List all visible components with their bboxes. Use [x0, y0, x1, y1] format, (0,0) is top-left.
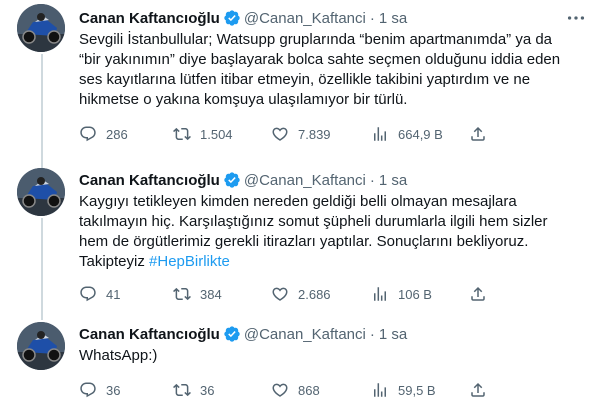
views-chart-icon: [374, 383, 386, 397]
reply-icon: [80, 382, 96, 398]
tweet-text-line: Takipteyiz #HepBirlikte: [79, 252, 587, 272]
like-button[interactable]: 2.686: [271, 284, 371, 304]
display-name[interactable]: Canan Kaftancıoğlu: [79, 172, 220, 189]
motorcycle-avatar-image: [17, 168, 65, 216]
views-button[interactable]: 664,9 B: [371, 124, 469, 144]
tweet-header: Canan Kaftancıoğlu @Canan_Kaftanci · 1 s…: [79, 324, 587, 344]
like-count: 2.686: [298, 286, 331, 302]
timestamp[interactable]: 1 sa: [379, 172, 407, 189]
retweet-button[interactable]: 384: [173, 284, 271, 304]
share-button[interactable]: [469, 124, 499, 144]
tweet-text-line: WhatsApp:): [79, 347, 158, 364]
more-options-icon[interactable]: [565, 7, 587, 29]
like-count: 7.839: [298, 126, 331, 142]
timestamp[interactable]: 1 sa: [379, 10, 407, 27]
retweet-count: 1.504: [200, 126, 233, 142]
tweet-text-fragment: Takipteyiz: [79, 253, 150, 270]
share-button[interactable]: [469, 284, 499, 304]
tweet[interactable]: Canan Kaftancıoğlu @Canan_Kaftanci · 1 s…: [0, 164, 599, 314]
handle[interactable]: @Canan_Kaftanci: [244, 10, 366, 27]
tweet-text: Sevgili İstanbullular; Watsupp grupların…: [79, 30, 587, 110]
like-count: 868: [298, 382, 320, 398]
display-name[interactable]: Canan Kaftancıoğlu: [79, 10, 220, 27]
views-chart-icon: [374, 127, 386, 141]
display-name[interactable]: Canan Kaftancıoğlu: [79, 326, 220, 343]
tweet-thread: Canan Kaftancıoğlu @Canan_Kaftanci · 1 s…: [0, 0, 599, 414]
retweet-icon: [173, 383, 191, 397]
reply-icon: [80, 126, 96, 142]
tweet-header: Canan Kaftancıoğlu @Canan_Kaftanci · 1 s…: [79, 8, 587, 28]
retweet-button[interactable]: 1.504: [173, 124, 271, 144]
avatar[interactable]: [17, 4, 65, 52]
retweet-icon: [173, 127, 191, 141]
heart-icon: [272, 383, 288, 397]
share-button[interactable]: [469, 380, 499, 400]
view-count: 59,5 B: [398, 382, 436, 398]
tweet-text-line: Kaygıyı tetikleyen kimden nereden geldiğ…: [79, 193, 517, 210]
retweet-button[interactable]: 36: [173, 380, 271, 400]
separator-dot: ·: [369, 325, 375, 343]
motorcycle-avatar-image: [17, 322, 65, 370]
retweet-icon: [173, 287, 191, 301]
view-count: 106 B: [398, 286, 432, 302]
reply-count: 286: [106, 126, 128, 142]
tweet[interactable]: Canan Kaftancıoğlu @Canan_Kaftanci · 1 s…: [0, 314, 599, 414]
hashtag-link[interactable]: #HepBirlikte: [149, 253, 230, 270]
tweet-text-line: “bir yakınımın” diye başlayarak bolca sa…: [79, 51, 561, 68]
tweet[interactable]: Canan Kaftancıoğlu @Canan_Kaftanci · 1 s…: [0, 0, 599, 164]
like-button[interactable]: 868: [271, 380, 371, 400]
reply-button[interactable]: 41: [79, 284, 173, 304]
verified-badge-icon: [224, 10, 240, 26]
retweet-count: 36: [200, 382, 215, 398]
reply-count: 36: [106, 382, 121, 398]
reply-count: 41: [106, 286, 121, 302]
retweet-count: 384: [200, 286, 222, 302]
views-button[interactable]: 59,5 B: [371, 380, 469, 400]
views-chart-icon: [374, 287, 386, 301]
separator-dot: ·: [369, 171, 375, 189]
tweet-header: Canan Kaftancıoğlu @Canan_Kaftanci · 1 s…: [79, 170, 587, 190]
verified-badge-icon: [224, 172, 240, 188]
tweet-text-line: hem de örgütlerimiz gerekli itirazları y…: [79, 233, 529, 250]
tweet-text-line: takılmayın hiç. Karşılaştığınız somut şü…: [79, 213, 548, 230]
tweet-actions: 286 1.504 7.839 664,9 B: [79, 124, 599, 144]
heart-icon: [272, 127, 288, 141]
reply-button[interactable]: 36: [79, 380, 173, 400]
reply-button[interactable]: 286: [79, 124, 173, 144]
separator-dot: ·: [369, 9, 375, 27]
views-button[interactable]: 106 B: [371, 284, 469, 304]
share-icon: [471, 382, 485, 397]
tweet-actions: 41 384 2.686 106 B: [79, 284, 599, 304]
timestamp[interactable]: 1 sa: [379, 326, 407, 343]
share-icon: [471, 126, 485, 141]
heart-icon: [272, 287, 288, 301]
tweet-actions: 36 36 868 59,5 B: [79, 380, 599, 400]
motorcycle-avatar-image: [17, 4, 65, 52]
handle[interactable]: @Canan_Kaftanci: [244, 326, 366, 343]
handle[interactable]: @Canan_Kaftanci: [244, 172, 366, 189]
avatar[interactable]: [17, 322, 65, 370]
like-button[interactable]: 7.839: [271, 124, 371, 144]
tweet-text: WhatsApp:): [79, 346, 587, 366]
tweet-text-line: ses kayıtlarına lütfen itibar etmeyin, ö…: [79, 71, 531, 88]
tweet-text-line: Sevgili İstanbullular; Watsupp grupların…: [79, 31, 553, 48]
avatar[interactable]: [17, 168, 65, 216]
tweet-text: Kaygıyı tetikleyen kimden nereden geldiğ…: [79, 192, 587, 272]
view-count: 664,9 B: [398, 126, 443, 142]
verified-badge-icon: [224, 326, 240, 342]
reply-icon: [80, 286, 96, 302]
tweet-text-line: hikmetse o yakına komşuya ulaşılamıyor b…: [79, 91, 408, 108]
share-icon: [471, 286, 485, 301]
